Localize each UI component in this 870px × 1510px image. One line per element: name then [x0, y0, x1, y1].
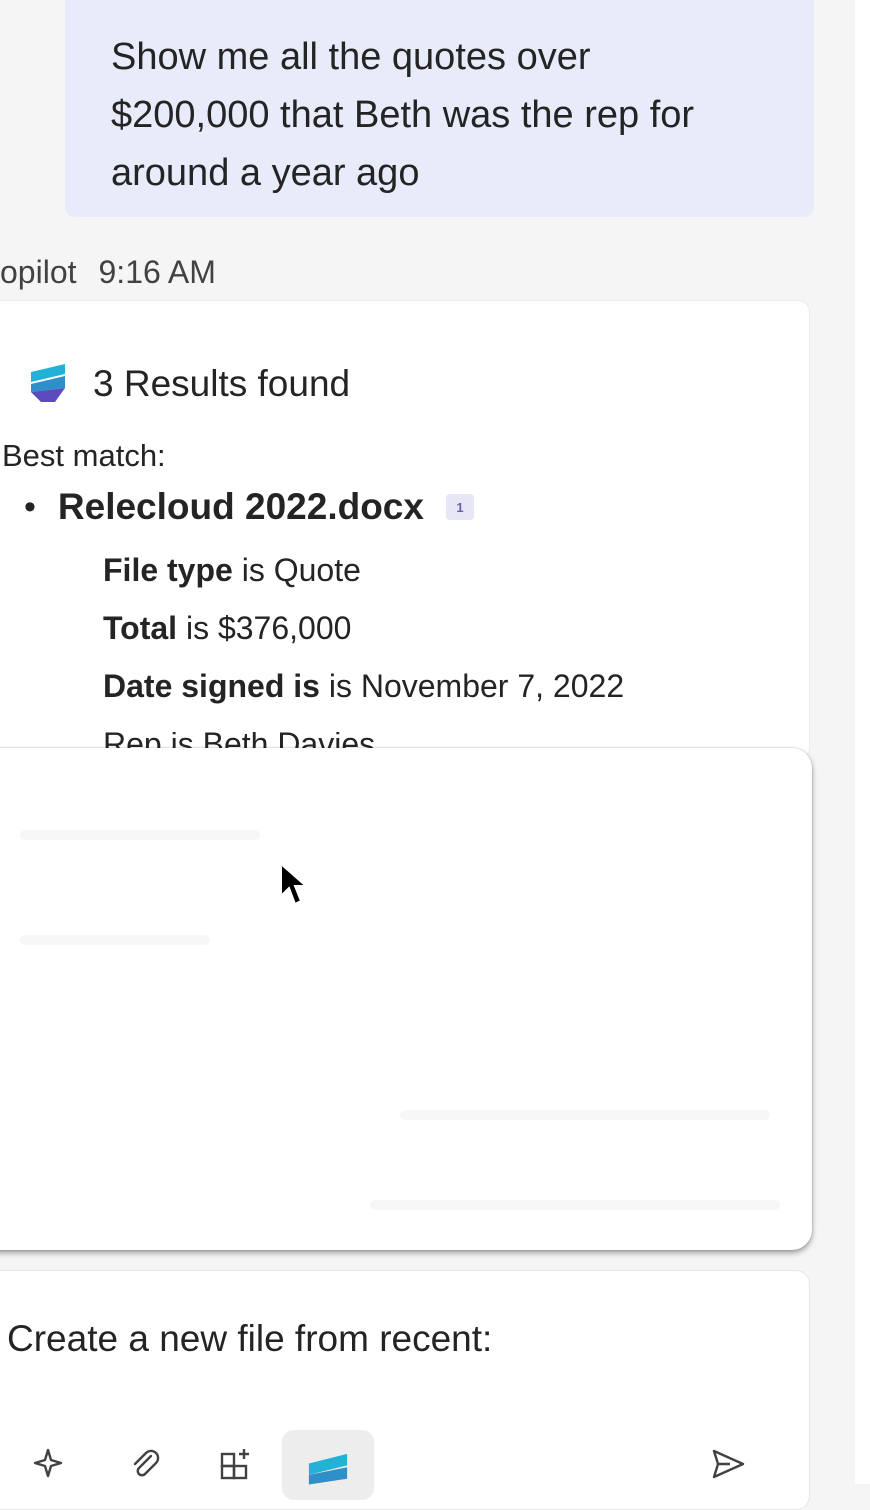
- user-message-line: Show me all the quotes over: [111, 36, 591, 78]
- paperclip-icon: [133, 1449, 160, 1477]
- sender-name: opilot: [0, 254, 77, 290]
- timestamp: 9:16 AM: [98, 254, 216, 290]
- fact-key: File type: [103, 552, 233, 588]
- results-header: 3 Results found: [25, 362, 350, 406]
- file-result-item[interactable]: • Relecloud 2022.docx 1: [24, 486, 474, 528]
- fact-value: is $376,000: [177, 610, 352, 646]
- ghost-placeholder: [20, 935, 210, 945]
- mouse-pointer-icon: [280, 862, 308, 906]
- fact-value: is Quote: [232, 552, 361, 588]
- user-message-line: around a year ago: [111, 152, 420, 194]
- user-message-bubble: Show me all the quotes over $200,000 tha…: [65, 0, 814, 217]
- user-message-line: $200,000 that Beth was the rep for: [111, 94, 695, 136]
- send-button[interactable]: [705, 1446, 751, 1492]
- best-match-label: Best match:: [2, 438, 166, 473]
- ghost-placeholder: [400, 1110, 770, 1120]
- ghost-placeholder: [370, 1200, 780, 1210]
- add-app-button[interactable]: [213, 1446, 259, 1492]
- loading-overlay-panel: [0, 748, 812, 1250]
- results-count: 3 Results found: [93, 363, 351, 404]
- fact-total: Total is $376,000: [103, 610, 351, 647]
- fact-file-type: File type is Quote: [103, 552, 361, 589]
- fact-key: Date signed is: [103, 668, 320, 704]
- sparkle-icon: [33, 1448, 63, 1478]
- syntex-icon: [308, 1453, 348, 1485]
- ghost-placeholder: [20, 830, 260, 840]
- file-name-link[interactable]: Relecloud 2022.docx: [58, 486, 424, 528]
- fact-key: Total: [103, 610, 178, 646]
- bullet: •: [24, 487, 36, 526]
- response-meta: opilot 9:16 AM: [0, 254, 216, 291]
- add-app-icon: [220, 1449, 249, 1480]
- attach-button[interactable]: [122, 1446, 168, 1492]
- fact-date-signed: Date signed is is November 7, 2022: [103, 668, 624, 705]
- citation-badge[interactable]: 1: [445, 494, 474, 520]
- syntex-icon: [31, 364, 65, 402]
- sparkle-button[interactable]: [25, 1446, 71, 1492]
- fact-value: is November 7, 2022: [319, 668, 625, 704]
- syntex-app-button[interactable]: [282, 1430, 374, 1500]
- composer-input[interactable]: Create a new file from recent:: [7, 1318, 492, 1360]
- send-icon: [712, 1449, 745, 1479]
- window-edge: [855, 0, 870, 1484]
